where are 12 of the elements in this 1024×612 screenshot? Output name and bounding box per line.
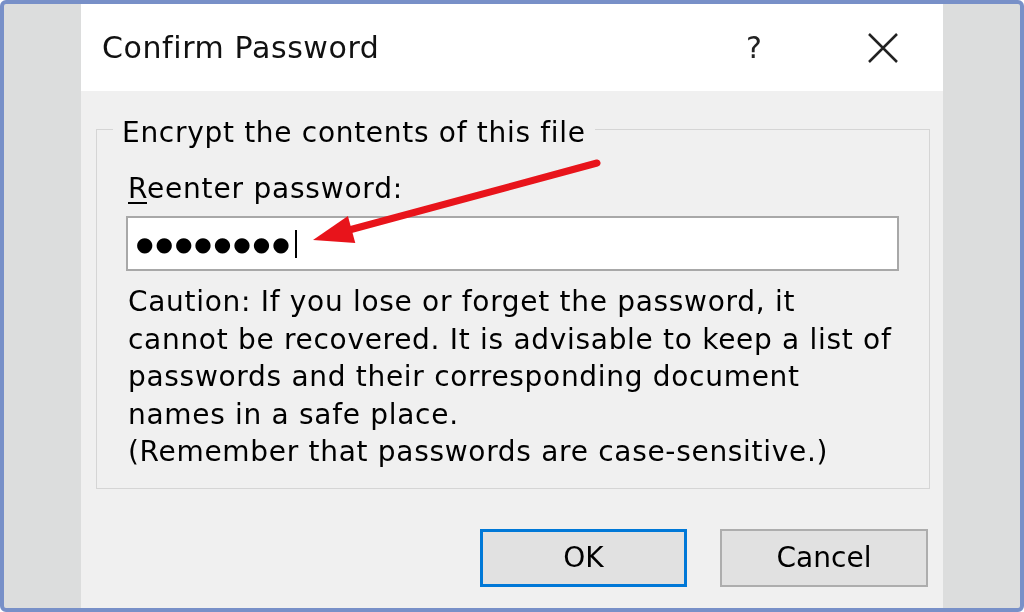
- caution-text: Caution: If you lose or forget the password, it cannot be recovered. It is advisable to keep a list of passwords and their corresponding document names in a safe place.: [128, 284, 893, 433]
- case-sensitive-note: (Remember that passwords are case-sensitive.): [128, 434, 830, 470]
- close-button[interactable]: [868, 32, 898, 63]
- dialog-button[interactable]: Cancel: [720, 528, 928, 587]
- dialog-button[interactable]: OK: [480, 528, 687, 587]
- password-field[interactable]: ●●●●●●●●: [126, 216, 899, 271]
- password-value: ●●●●●●●●: [136, 233, 292, 254]
- field-label: Reenter password:: [128, 172, 404, 206]
- close-icon: [868, 32, 898, 63]
- window-title: Confirm Password: [102, 29, 380, 67]
- help-button[interactable]: ?: [744, 32, 764, 63]
- group-title: Encrypt the contents of this file: [121, 115, 587, 150]
